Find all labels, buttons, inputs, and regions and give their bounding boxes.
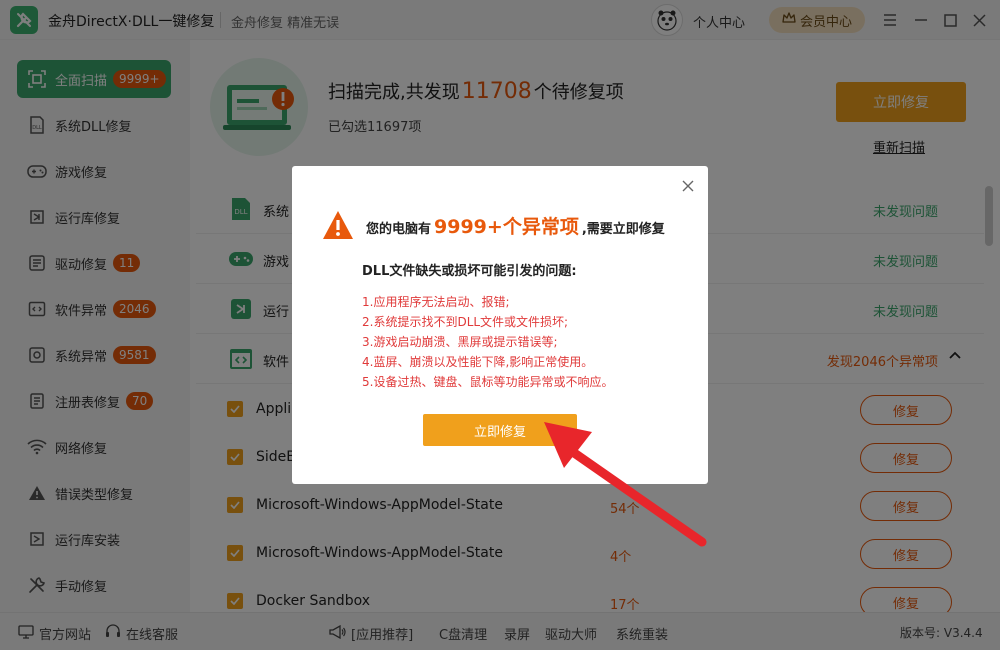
pointer-arrow-icon bbox=[544, 422, 707, 547]
problem-item: 3.游戏启动崩溃、黑屏或提示错误等; bbox=[362, 335, 558, 349]
problem-item: 2.系统提示找不到DLL文件或文件损坏; bbox=[362, 315, 569, 329]
warning-icon bbox=[322, 210, 354, 240]
problem-list: 1.应用程序无法启动、报错; 2.系统提示找不到DLL文件或文件损坏; 3.游戏… bbox=[362, 292, 613, 392]
dialog-head-prefix: 您的电脑有 bbox=[366, 222, 432, 237]
problem-item: 4.蓝屏、崩溃以及性能下降,影响正常使用。 bbox=[362, 355, 594, 369]
close-icon[interactable] bbox=[680, 178, 696, 194]
dialog-head-suffix: ,需要立即修复 bbox=[581, 222, 665, 237]
problem-item: 5.设备过热、键盘、鼠标等功能异常或不响应。 bbox=[362, 375, 614, 389]
problem-item: 1.应用程序无法启动、报错; bbox=[362, 295, 510, 309]
dialog-headline: 您的电脑有 9999+个异常项 ,需要立即修复 bbox=[366, 212, 665, 239]
dialog-subtitle: DLL文件缺失或损坏可能引发的问题: bbox=[362, 264, 577, 279]
dialog-head-count: 9999+个异常项 bbox=[434, 216, 579, 238]
